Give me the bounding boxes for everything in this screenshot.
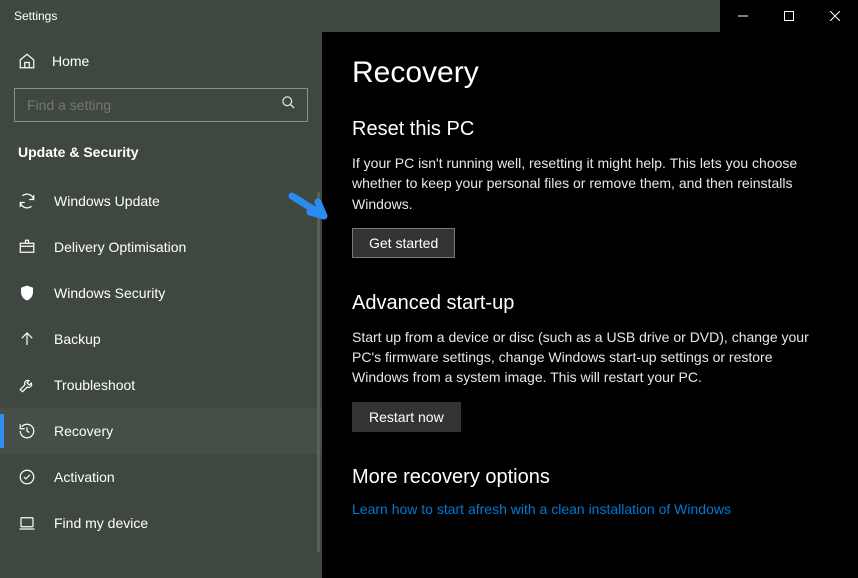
- search-input[interactable]: [14, 88, 308, 122]
- title-bar: Settings: [0, 0, 858, 32]
- sidebar: Home Update & Security Windows Update: [0, 32, 322, 578]
- sidebar-item-find-my-device[interactable]: Find my device: [0, 500, 322, 546]
- clock-back-icon: [18, 422, 36, 440]
- section-heading: Reset this PC: [352, 118, 828, 141]
- minimize-button[interactable]: [720, 0, 766, 32]
- wrench-icon: [18, 376, 36, 394]
- sync-icon: [18, 192, 36, 210]
- nav-home[interactable]: Home: [0, 44, 322, 78]
- sidebar-item-recovery[interactable]: Recovery: [0, 408, 322, 454]
- sidebar-item-label: Windows Security: [54, 285, 165, 301]
- section-heading: Advanced start-up: [352, 292, 828, 315]
- page-title: Recovery: [352, 56, 828, 90]
- section-body: Start up from a device or disc (such as …: [352, 327, 822, 388]
- package-icon: [18, 238, 36, 256]
- section-more-recovery-options: More recovery options Learn how to start…: [352, 466, 828, 519]
- sidebar-item-backup[interactable]: Backup: [0, 316, 322, 362]
- check-circle-icon: [18, 468, 36, 486]
- section-heading: More recovery options: [352, 466, 828, 489]
- close-button[interactable]: [812, 0, 858, 32]
- nav-home-label: Home: [52, 53, 89, 69]
- sidebar-category: Update & Security: [0, 136, 322, 178]
- sidebar-item-label: Find my device: [54, 515, 148, 531]
- sidebar-item-activation[interactable]: Activation: [0, 454, 322, 500]
- sidebar-item-windows-security[interactable]: Windows Security: [0, 270, 322, 316]
- clean-install-link[interactable]: Learn how to start afresh with a clean i…: [352, 501, 731, 517]
- section-reset-pc: Reset this PC If your PC isn't running w…: [352, 118, 828, 258]
- sidebar-item-delivery-optimisation[interactable]: Delivery Optimisation: [0, 224, 322, 270]
- sidebar-item-label: Recovery: [54, 423, 113, 439]
- section-body: If your PC isn't running well, resetting…: [352, 153, 822, 214]
- get-started-button[interactable]: Get started: [352, 228, 455, 258]
- sidebar-item-label: Backup: [54, 331, 101, 347]
- sidebar-item-troubleshoot[interactable]: Troubleshoot: [0, 362, 322, 408]
- sidebar-item-label: Activation: [54, 469, 115, 485]
- shield-icon: [18, 284, 36, 302]
- sidebar-scrollbar[interactable]: [317, 192, 320, 552]
- arrow-up-icon: [18, 330, 36, 348]
- restart-now-button[interactable]: Restart now: [352, 402, 461, 432]
- search-icon: [281, 95, 296, 115]
- section-advanced-startup: Advanced start-up Start up from a device…: [352, 292, 828, 432]
- window-title: Settings: [0, 9, 57, 23]
- sidebar-item-windows-update[interactable]: Windows Update: [0, 178, 322, 224]
- device-icon: [18, 514, 36, 532]
- sidebar-item-label: Troubleshoot: [54, 377, 135, 393]
- home-icon: [18, 52, 36, 70]
- sidebar-item-label: Delivery Optimisation: [54, 239, 186, 255]
- content-area: Recovery Reset this PC If your PC isn't …: [322, 32, 858, 578]
- maximize-button[interactable]: [766, 0, 812, 32]
- sidebar-item-label: Windows Update: [54, 193, 160, 209]
